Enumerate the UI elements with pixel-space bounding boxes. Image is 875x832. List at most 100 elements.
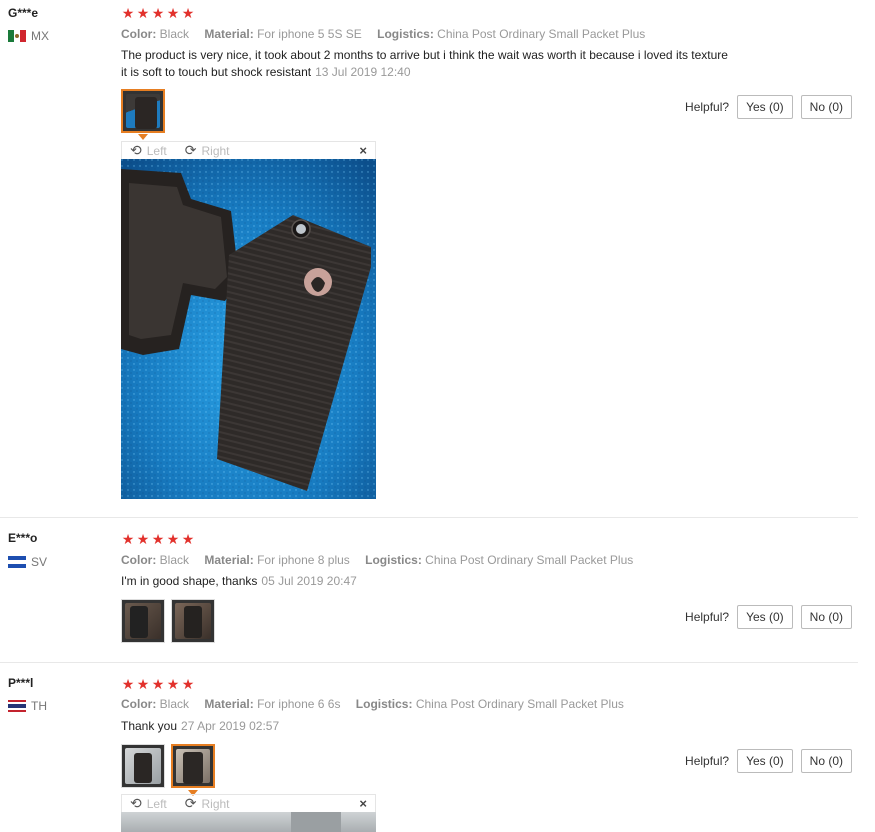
logistics-value: China Post Ordinary Small Packet Plus <box>415 697 624 711</box>
rotate-left-button[interactable]: ⟲ Left <box>130 142 167 159</box>
rotate-left-icon: ⟲ <box>130 795 142 811</box>
star-icon: ★ <box>121 676 135 692</box>
logistics-label: Logistics: <box>365 553 422 567</box>
logistics-label: Logistics: <box>377 27 434 41</box>
star-icon: ★ <box>151 531 165 547</box>
color-value: Black <box>159 697 190 711</box>
color-label: Color: <box>121 27 157 41</box>
review-date: 05 Jul 2019 20:47 <box>261 574 357 588</box>
helpful-vote: Helpful? Yes (0) No (0) <box>685 749 852 773</box>
star-icon: ★ <box>151 676 165 692</box>
review-text: Thank you 27 Apr 2019 02:57 <box>121 718 781 735</box>
review-photos <box>121 599 215 643</box>
review-item: E***o SV ★ ★ ★ ★ ★ Color: Black Material… <box>0 518 858 663</box>
logistics-label: Logistics: <box>355 697 413 711</box>
thailand-flag-icon <box>8 700 26 712</box>
star-icon: ★ <box>181 5 195 21</box>
reviewer-country: SV <box>8 555 47 569</box>
close-viewer-button[interactable]: × <box>359 796 367 811</box>
rotate-left-icon: ⟲ <box>130 142 142 158</box>
star-icon: ★ <box>166 676 180 692</box>
material-label: Material: <box>204 697 254 711</box>
color-label: Color: <box>121 553 157 567</box>
material-label: Material: <box>204 553 254 567</box>
expanded-review-photo <box>121 159 376 499</box>
helpful-no-button[interactable]: No (0) <box>800 605 852 629</box>
selected-photo-caret-icon <box>138 134 148 140</box>
color-value: Black <box>159 27 190 41</box>
review-text-line: it is soft to touch but shock resistant <box>121 65 312 79</box>
review-item: P***l TH ★ ★ ★ ★ ★ Color: Black Material… <box>0 663 858 832</box>
helpful-no-button[interactable]: No (0) <box>800 749 852 773</box>
helpful-yes-button[interactable]: Yes (0) <box>737 95 793 119</box>
country-code: TH <box>31 699 47 713</box>
mexico-flag-icon <box>8 30 26 42</box>
star-icon: ★ <box>181 531 195 547</box>
material-value: For iphone 6 6s <box>257 697 341 711</box>
photo-viewer-toolbar: ⟲ Left ⟳ Right × <box>121 794 376 812</box>
helpful-label: Helpful? <box>685 100 730 114</box>
review-photo-thumbnail[interactable] <box>171 599 215 643</box>
color-value: Black <box>159 553 190 567</box>
review-photo-thumbnail[interactable] <box>121 744 165 788</box>
review-text: The product is very nice, it took about … <box>121 47 781 81</box>
review-photos <box>121 89 165 133</box>
review-text: I'm in good shape, thanks 05 Jul 2019 20:… <box>121 573 781 590</box>
reviewer-country: MX <box>8 29 49 43</box>
country-code: SV <box>31 555 48 569</box>
product-attributes: Color: Black Material: For iphone 8 plus… <box>121 553 645 567</box>
review-text-line: I'm in good shape, thanks <box>121 574 258 588</box>
product-attributes: Color: Black Material: For iphone 5 5S S… <box>121 27 657 41</box>
review-date: 27 Apr 2019 02:57 <box>181 719 280 733</box>
helpful-vote: Helpful? Yes (0) No (0) <box>685 605 852 629</box>
helpful-no-button[interactable]: No (0) <box>800 95 852 119</box>
material-label: Material: <box>204 27 254 41</box>
star-icon: ★ <box>151 5 165 21</box>
star-icon: ★ <box>181 676 195 692</box>
photo-detail <box>291 812 341 832</box>
review-photo-thumbnail[interactable] <box>121 89 165 133</box>
helpful-label: Helpful? <box>685 754 730 768</box>
review-photo-thumbnail[interactable] <box>171 744 215 788</box>
reviewer-name: G***e <box>8 6 39 20</box>
review-date: 13 Jul 2019 12:40 <box>315 65 411 79</box>
logistics-value: China Post Ordinary Small Packet Plus <box>437 27 646 41</box>
star-icon: ★ <box>166 531 180 547</box>
rotate-right-icon: ⟳ <box>184 795 197 811</box>
review-text-line: Thank you <box>121 719 178 733</box>
helpful-yes-button[interactable]: Yes (0) <box>737 605 793 629</box>
logistics-value: China Post Ordinary Small Packet Plus <box>425 553 634 567</box>
rotate-right-icon: ⟳ <box>184 142 197 158</box>
rotate-left-button[interactable]: ⟲ Left <box>130 795 167 812</box>
rotate-right-button[interactable]: ⟳ Right <box>185 142 230 159</box>
material-value: For iphone 8 plus <box>257 553 350 567</box>
star-icon: ★ <box>121 5 135 21</box>
star-icon: ★ <box>136 5 150 21</box>
star-icon: ★ <box>121 531 135 547</box>
reviewer-name: P***l <box>8 676 34 690</box>
star-rating: ★ ★ ★ ★ ★ <box>121 676 195 693</box>
star-rating: ★ ★ ★ ★ ★ <box>121 5 195 22</box>
material-value: For iphone 5 5S SE <box>257 27 362 41</box>
photo-viewer-toolbar: ⟲ Left ⟳ Right × <box>121 141 376 159</box>
reviewer-country: TH <box>8 699 47 713</box>
star-icon: ★ <box>136 531 150 547</box>
star-icon: ★ <box>136 676 150 692</box>
review-photos <box>121 744 215 788</box>
helpful-yes-button[interactable]: Yes (0) <box>737 749 793 773</box>
review-photo-thumbnail[interactable] <box>121 599 165 643</box>
helpful-vote: Helpful? Yes (0) No (0) <box>685 95 852 119</box>
country-code: MX <box>31 29 49 43</box>
helpful-label: Helpful? <box>685 610 730 624</box>
el-salvador-flag-icon <box>8 556 26 568</box>
review-item: G***e MX ★ ★ ★ ★ ★ Color: Black Material… <box>0 0 858 518</box>
star-rating: ★ ★ ★ ★ ★ <box>121 531 195 548</box>
product-attributes: Color: Black Material: For iphone 6 6s L… <box>121 697 636 711</box>
rotate-right-button[interactable]: ⟳ Right <box>185 795 230 812</box>
expanded-review-photo <box>121 812 376 832</box>
review-text-line: The product is very nice, it took about … <box>121 48 728 62</box>
close-viewer-button[interactable]: × <box>359 143 367 158</box>
color-label: Color: <box>121 697 157 711</box>
star-icon: ★ <box>166 5 180 21</box>
reviewer-name: E***o <box>8 531 38 545</box>
